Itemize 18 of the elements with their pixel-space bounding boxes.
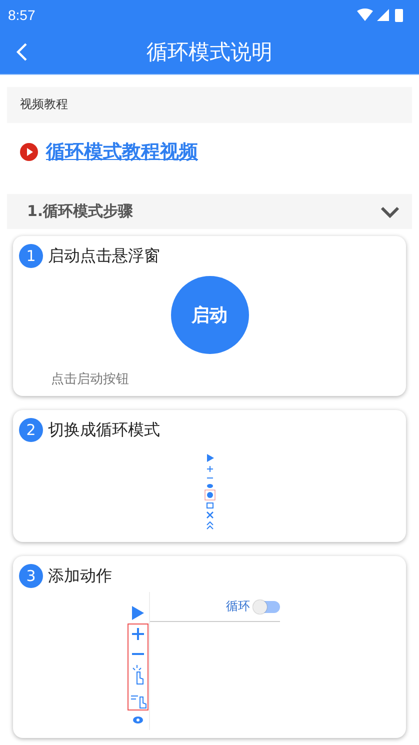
page-title: 循环模式说明	[146, 39, 274, 66]
loop-switch[interactable]	[254, 600, 280, 612]
switch-label: 循环	[226, 598, 250, 615]
step-number: 2	[19, 418, 43, 442]
video-link[interactable]: 循环模式教程视频	[46, 139, 198, 166]
back-icon	[16, 42, 28, 62]
step-title: 添加动作	[48, 566, 112, 586]
step-number: 1	[19, 244, 43, 268]
step-number: 3	[19, 564, 43, 588]
play-icon	[20, 143, 38, 162]
step-title: 切换成循环模式	[48, 420, 160, 440]
step-title: 启动点击悬浮窗	[48, 246, 160, 266]
step-caption: 点击启动按钮	[50, 371, 130, 388]
accordion-header[interactable]: 1.循环模式步骤	[7, 194, 412, 229]
status-time: 8:57	[8, 7, 36, 23]
chevron-icon	[380, 206, 400, 218]
start-button[interactable]: 启动	[170, 276, 248, 354]
section-heading: 视频教程	[7, 87, 412, 123]
